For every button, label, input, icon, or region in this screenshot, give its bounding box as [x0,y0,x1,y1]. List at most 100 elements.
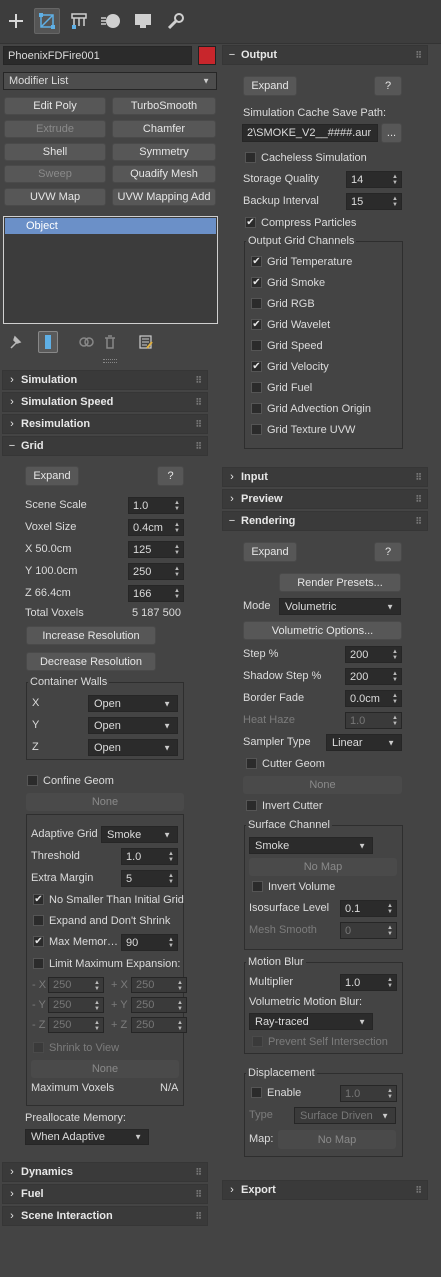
surface-channel-dropdown[interactable]: Smoke ▼ [249,837,373,854]
grid-help-button[interactable]: ? [157,466,184,486]
grid-wavelet-checkbox[interactable]: ✔ [251,319,262,330]
modify-icon[interactable] [34,8,60,34]
plus-icon[interactable] [3,8,29,34]
chamfer-button[interactable]: Chamfer [112,120,216,138]
grid-texture-uvw-checkbox[interactable] [251,424,262,435]
spinner-arrows-icon[interactable]: ▲ ▼ [174,566,180,578]
pos-y-spinner[interactable]: 250 ▲ ▼ [131,997,187,1013]
cutter-geom-picker[interactable]: None [243,776,402,794]
spinner-arrows-icon[interactable]: ▲ ▼ [94,1000,100,1012]
rendering-help-button[interactable]: ? [374,542,402,562]
adaptive-grid-dropdown[interactable]: Smoke ▼ [101,826,178,843]
sweep-button[interactable]: Sweep [4,165,106,183]
panel-resize-handle[interactable] [103,359,117,363]
cache-path-browse-button[interactable]: ... [381,123,402,143]
rollout-simulation-speed[interactable]: › Simulation Speed ⠿ [2,392,208,412]
scene-scale-spinner[interactable]: 1.0 ▲ ▼ [128,497,184,514]
spinner-arrows-icon[interactable]: ▲ ▼ [387,1088,393,1100]
hierarchy-icon[interactable] [66,8,92,34]
rollout-rendering[interactable]: − Rendering ⠿ [222,511,428,531]
pin-icon[interactable] [8,334,22,353]
spinner-arrows-icon[interactable]: ▲ ▼ [392,196,398,208]
output-expand-button[interactable]: Expand [243,76,297,96]
spinner-arrows-icon[interactable]: ▲ ▼ [168,937,174,949]
mode-dropdown[interactable]: Volumetric ▼ [279,598,401,615]
decrease-resolution-button[interactable]: Decrease Resolution [26,652,156,671]
neg-x-spinner[interactable]: 250 ▲ ▼ [48,977,104,993]
rollout-dynamics[interactable]: › Dynamics ⠿ [2,1162,208,1182]
grid-advection-origin-checkbox[interactable] [251,403,262,414]
grid-smoke-checkbox[interactable]: ✔ [251,277,262,288]
spinner-arrows-icon[interactable]: ▲ ▼ [387,977,393,989]
grid-velocity-checkbox[interactable]: ✔ [251,361,262,372]
quadify-mesh-button[interactable]: Quadify Mesh [112,165,216,183]
increase-resolution-button[interactable]: Increase Resolution [26,626,156,645]
sampler-type-dropdown[interactable]: Linear ▼ [326,734,402,751]
prevent-self-intersection-checkbox[interactable] [252,1036,263,1047]
isosurface-level-spinner[interactable]: 0.1 ▲ ▼ [340,900,397,917]
size-z-spinner[interactable]: 166 ▲ ▼ [128,585,184,602]
cache-path-field[interactable]: 2\SMOKE_V2__####.aur [242,124,378,142]
wall-y-dropdown[interactable]: Open ▼ [88,717,178,734]
grid-temperature-checkbox[interactable]: ✔ [251,256,262,267]
shell-button[interactable]: Shell [4,143,106,161]
spinner-arrows-icon[interactable]: ▲ ▼ [392,671,398,683]
expand-dont-shrink-checkbox[interactable] [33,915,44,926]
compress-particles-checkbox[interactable]: ✔ [245,217,256,228]
spinner-arrows-icon[interactable]: ▲ ▼ [387,903,393,915]
show-end-result-icon[interactable] [38,331,58,353]
shrink-to-view-checkbox[interactable] [33,1042,44,1053]
spinner-arrows-icon[interactable]: ▲ ▼ [392,715,398,727]
make-unique-icon[interactable] [78,334,94,353]
wall-z-dropdown[interactable]: Open ▼ [88,739,178,756]
pos-z-spinner[interactable]: 250 ▲ ▼ [131,1017,187,1033]
rollout-scene-interaction[interactable]: › Scene Interaction ⠿ [2,1206,208,1226]
extra-margin-spinner[interactable]: 5 ▲ ▼ [121,870,178,887]
max-memory-checkbox[interactable]: ✔ [33,936,44,947]
displacement-map-button[interactable]: No Map [278,1130,396,1149]
invert-cutter-checkbox[interactable] [246,800,257,811]
rendering-expand-button[interactable]: Expand [243,542,297,562]
rollout-output[interactable]: − Output ⠿ [222,45,428,65]
border-fade-spinner[interactable]: 0.0cm ▲ ▼ [345,690,402,707]
display-icon[interactable] [130,8,156,34]
configure-sets-icon[interactable] [138,334,154,353]
render-presets-button[interactable]: Render Presets... [279,573,401,592]
rollout-simulation[interactable]: › Simulation ⠿ [2,370,208,390]
grid-speed-checkbox[interactable] [251,340,262,351]
spinner-arrows-icon[interactable]: ▲ ▼ [392,649,398,661]
grid-expand-button[interactable]: Expand [25,466,79,486]
preallocate-dropdown[interactable]: When Adaptive ▼ [25,1129,149,1145]
uvw-map-button[interactable]: UVW Map [4,188,106,206]
limit-max-expansion-checkbox[interactable] [33,958,44,969]
no-smaller-checkbox[interactable]: ✔ [33,894,44,905]
spinner-arrows-icon[interactable]: ▲ ▼ [174,522,180,534]
rollout-fuel[interactable]: › Fuel ⠿ [2,1184,208,1204]
rollout-preview[interactable]: › Preview ⠿ [222,489,428,509]
displacement-type-dropdown[interactable]: Surface Driven ▼ [294,1107,396,1124]
displacement-amount-spinner[interactable]: 1.0 ▲ ▼ [340,1085,397,1102]
grid-rgb-checkbox[interactable] [251,298,262,309]
voxel-size-spinner[interactable]: 0.4cm ▲ ▼ [128,519,184,536]
spinner-arrows-icon[interactable]: ▲ ▼ [177,980,183,992]
confine-geom-checkbox[interactable] [27,775,38,786]
spinner-arrows-icon[interactable]: ▲ ▼ [94,980,100,992]
motion-icon[interactable] [98,8,124,34]
modifier-list-dropdown[interactable]: Modifier List ▼ [3,72,217,90]
spinner-arrows-icon[interactable]: ▲ ▼ [168,851,174,863]
wrench-icon[interactable] [162,8,188,34]
rollout-input[interactable]: › Input ⠿ [222,467,428,487]
edit-poly-button[interactable]: Edit Poly [4,97,106,115]
rollout-grid[interactable]: − Grid ⠿ [2,436,208,456]
spinner-arrows-icon[interactable]: ▲ ▼ [392,174,398,186]
shrink-view-picker[interactable]: None [31,1060,179,1078]
rollout-resimulation[interactable]: › Resimulation ⠿ [2,414,208,434]
shadow-step-spinner[interactable]: 200 ▲ ▼ [345,668,402,685]
cutter-geom-checkbox[interactable] [246,758,257,769]
mesh-smooth-spinner[interactable]: 0 ▲ ▼ [340,922,397,939]
symmetry-button[interactable]: Symmetry [112,143,216,161]
storage-quality-spinner[interactable]: 14 ▲ ▼ [346,171,402,188]
grid-fuel-checkbox[interactable] [251,382,262,393]
heat-haze-spinner[interactable]: 1.0 ▲ ▼ [345,712,402,729]
spinner-arrows-icon[interactable]: ▲ ▼ [174,544,180,556]
